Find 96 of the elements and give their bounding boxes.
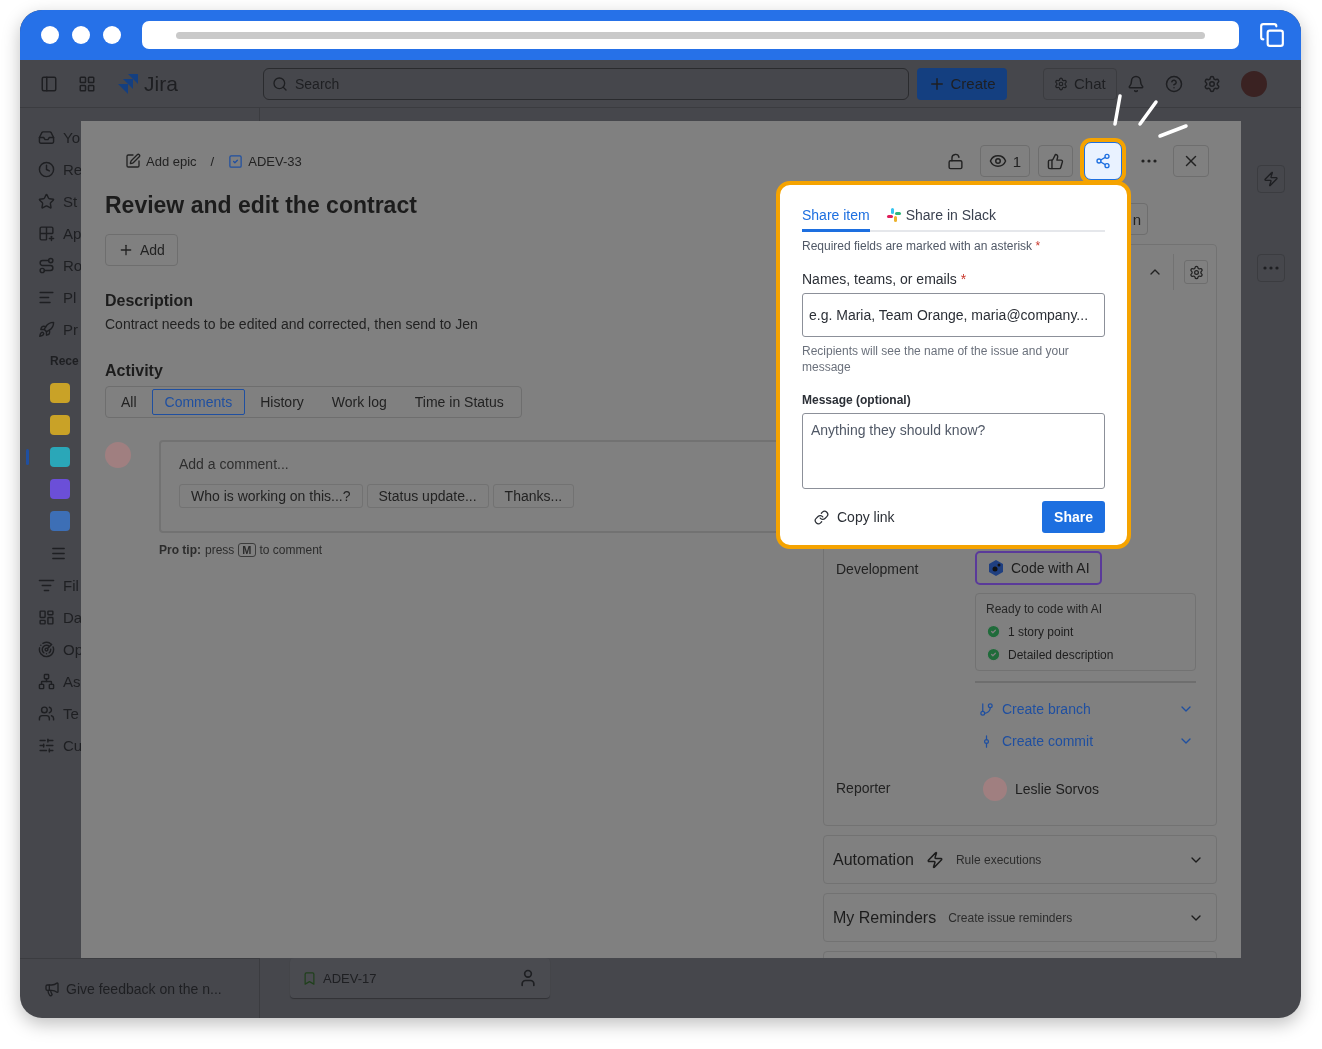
comment-input[interactable]: Add a comment... — [179, 456, 805, 472]
notifications-icon[interactable] — [1126, 74, 1145, 93]
dev-action-link[interactable]: Create commit — [975, 725, 1196, 757]
inbox-icon — [38, 128, 55, 146]
settings-icon[interactable] — [1202, 74, 1221, 93]
share-icon — [1095, 153, 1111, 169]
check-circle-icon — [986, 624, 1001, 639]
automation-button[interactable] — [1257, 165, 1285, 193]
watch-button[interactable]: 1 — [979, 145, 1030, 177]
dev-action-link[interactable]: Create branch — [975, 693, 1196, 725]
edit-icon — [125, 153, 141, 169]
create-button[interactable]: Create — [917, 67, 1007, 100]
check-label: 1 story point — [1008, 624, 1074, 639]
field-label: Reporter — [836, 779, 892, 798]
lightning-icon — [925, 850, 944, 869]
panel-title: Automation — [833, 850, 914, 869]
panel-subtitle: Create issue reminders — [948, 910, 1074, 925]
breadcrumb-link[interactable]: Add epic — [125, 153, 197, 169]
thumbs-up-icon — [1047, 152, 1064, 170]
sliders-icon — [38, 736, 55, 754]
add-button[interactable]: Add — [105, 234, 178, 266]
branch-icon — [979, 701, 994, 717]
check-circle-icon — [986, 647, 1001, 662]
like-button[interactable] — [1038, 145, 1073, 177]
helper-text: Recipients will see the name of the issue and your message — [802, 343, 1070, 375]
settings-button[interactable] — [1184, 260, 1208, 284]
copy-icon[interactable] — [1259, 22, 1285, 48]
tip-text: press — [205, 543, 235, 557]
plus-icon — [118, 242, 134, 258]
issue-title: Review and edit the contract — [105, 191, 418, 220]
apps-icon — [38, 224, 55, 242]
activity-tab[interactable]: History — [247, 389, 317, 415]
code-with-ai-button[interactable]: Code with AI — [975, 551, 1102, 585]
help-icon[interactable] — [1164, 74, 1183, 93]
star-icon — [38, 192, 55, 210]
bookmark-icon — [302, 970, 317, 986]
app-grid-icon[interactable] — [78, 74, 96, 93]
quick-reply-chip[interactable]: Who is working on this...? — [179, 484, 363, 508]
field-label: Names, teams, or emails * — [802, 271, 968, 287]
user-avatar[interactable] — [1240, 70, 1267, 97]
slack-logo-icon — [885, 207, 902, 223]
quick-reply-chip[interactable]: Status update... — [366, 484, 489, 508]
tip-text: to comment — [259, 543, 323, 557]
panel-subtitle: Rule executions — [955, 852, 1043, 867]
sidebar-toggle-icon[interactable] — [40, 74, 58, 93]
check-label: Detailed description — [1008, 647, 1114, 662]
more-icon — [1141, 159, 1157, 163]
user-avatar — [983, 777, 1007, 801]
window-controls-icon[interactable] — [40, 25, 122, 45]
share-submit-button[interactable]: Share — [1042, 501, 1105, 533]
keyboard-key: M — [238, 543, 256, 557]
required-note: Required fields are marked with an asterisk * — [802, 239, 1042, 253]
section-heading: Activity — [105, 362, 164, 380]
link-icon — [814, 509, 829, 525]
activity-tab[interactable]: All — [108, 389, 150, 415]
close-button[interactable] — [1173, 145, 1209, 177]
message-field[interactable]: Anything they should know? — [802, 413, 1105, 489]
unlocked-icon — [946, 152, 964, 170]
route-icon — [38, 256, 55, 274]
clock-icon — [38, 160, 55, 178]
activity-tab[interactable]: Comments — [151, 389, 246, 415]
megaphone-icon — [44, 980, 60, 997]
address-bar[interactable] — [142, 21, 1239, 49]
task-checkbox-icon — [228, 153, 244, 169]
field-label: Message (optional) — [802, 393, 912, 407]
share-tab[interactable]: Share item — [802, 207, 870, 232]
quick-reply-chip[interactable]: Thanks... — [492, 484, 575, 508]
network-icon — [38, 672, 55, 690]
unassigned-user-icon — [518, 968, 538, 988]
readiness-title: Ready to code with AI — [986, 602, 1104, 616]
user-avatar — [105, 442, 131, 468]
rocket-icon — [38, 320, 55, 338]
activity-tab[interactable]: Work log — [318, 389, 400, 415]
description-text: Contract needs to be edited and corrected, then send to Jen — [105, 316, 479, 332]
hexagon-gear-icon — [987, 559, 1005, 577]
people-icon — [38, 704, 55, 722]
settings-icon — [1188, 264, 1204, 280]
jira-logo-icon — [116, 71, 140, 96]
eye-icon — [988, 152, 1007, 170]
more-icon — [1263, 266, 1279, 270]
section-heading: Description — [105, 292, 194, 310]
activity-tab[interactable]: Time in Status — [401, 389, 517, 415]
field-label: Development — [836, 560, 920, 579]
radar-icon — [38, 640, 55, 658]
breadcrumb-separator: / — [210, 153, 215, 169]
tip-lead: Pro tip: — [159, 543, 201, 557]
search-icon — [272, 75, 288, 92]
lightning-icon — [1263, 171, 1279, 187]
reporter-name: Leslie Sorvos — [1015, 781, 1100, 797]
panel-title: My Reminders — [833, 908, 937, 927]
breadcrumb-link[interactable]: ADEV-33 — [228, 153, 302, 169]
recipients-field[interactable]: e.g. Maria, Team Orange, maria@company... — [802, 293, 1105, 337]
automation-panel[interactable]: Automation Rule executions — [823, 835, 1217, 884]
reminders-panel[interactable]: My Reminders Create issue reminders — [823, 893, 1217, 942]
dashboard-icon — [38, 608, 55, 626]
share-tab[interactable]: Share in Slack — [885, 207, 996, 232]
